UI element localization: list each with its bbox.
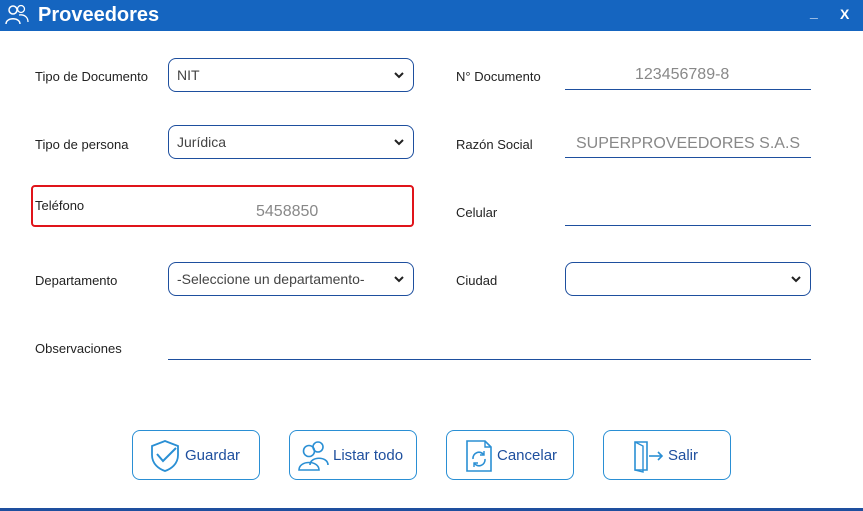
refresh-document-icon	[466, 440, 492, 472]
celular-label: Celular	[456, 205, 498, 220]
departamento-select[interactable]: -Seleccione un departamento-	[168, 262, 414, 296]
chevron-down-icon	[394, 139, 404, 146]
tipo-documento-value: NIT	[177, 67, 200, 83]
chevron-down-icon	[394, 72, 404, 79]
telefono-value: 5458850	[256, 203, 319, 220]
razon-social-input[interactable]: SUPERPROVEEDORES S.A.S	[565, 126, 811, 158]
close-button[interactable]: X	[840, 6, 849, 22]
cancelar-button[interactable]: Cancelar	[446, 430, 574, 480]
title-bar: Proveedores _ X	[0, 0, 863, 31]
observaciones-label: Observaciones	[35, 341, 122, 356]
ciudad-label: Ciudad	[456, 273, 498, 288]
razon-social-label: Razón Social	[456, 137, 533, 152]
tipo-persona-value: Jurídica	[177, 134, 227, 150]
shield-check-icon	[151, 440, 179, 472]
guardar-label: Guardar	[185, 447, 241, 464]
listar-todo-button[interactable]: Listar todo	[289, 430, 417, 480]
telefono-label: Teléfono	[35, 198, 85, 213]
observaciones-input[interactable]	[168, 330, 811, 360]
salir-button[interactable]: Salir	[603, 430, 731, 480]
users-icon	[298, 441, 329, 471]
num-documento-input[interactable]: 123456789-8	[565, 58, 811, 90]
departamento-label: Departamento	[35, 273, 118, 288]
chevron-down-icon	[791, 276, 801, 283]
celular-input[interactable]	[565, 195, 811, 226]
listar-todo-label: Listar todo	[333, 447, 404, 464]
minimize-button[interactable]: _	[810, 4, 818, 20]
num-documento-value: 123456789-8	[635, 66, 730, 83]
window-title: Proveedores	[38, 4, 160, 26]
departamento-value: -Seleccione un departamento-	[177, 271, 365, 287]
telefono-input[interactable]: 5458850	[168, 196, 408, 224]
num-documento-label: N° Documento	[456, 69, 541, 84]
users-icon	[5, 4, 29, 25]
tipo-persona-label: Tipo de persona	[35, 137, 129, 152]
chevron-down-icon	[394, 276, 404, 283]
salir-label: Salir	[668, 447, 699, 464]
tipo-documento-label: Tipo de Documento	[35, 69, 148, 84]
cancelar-label: Cancelar	[497, 447, 558, 464]
ciudad-select[interactable]	[565, 262, 811, 296]
razon-social-value: SUPERPROVEEDORES S.A.S	[576, 135, 801, 152]
tipo-persona-select[interactable]: Jurídica	[168, 125, 414, 159]
tipo-documento-select[interactable]: NIT	[168, 58, 414, 92]
guardar-button[interactable]: Guardar	[132, 430, 260, 480]
exit-door-icon	[634, 441, 664, 473]
